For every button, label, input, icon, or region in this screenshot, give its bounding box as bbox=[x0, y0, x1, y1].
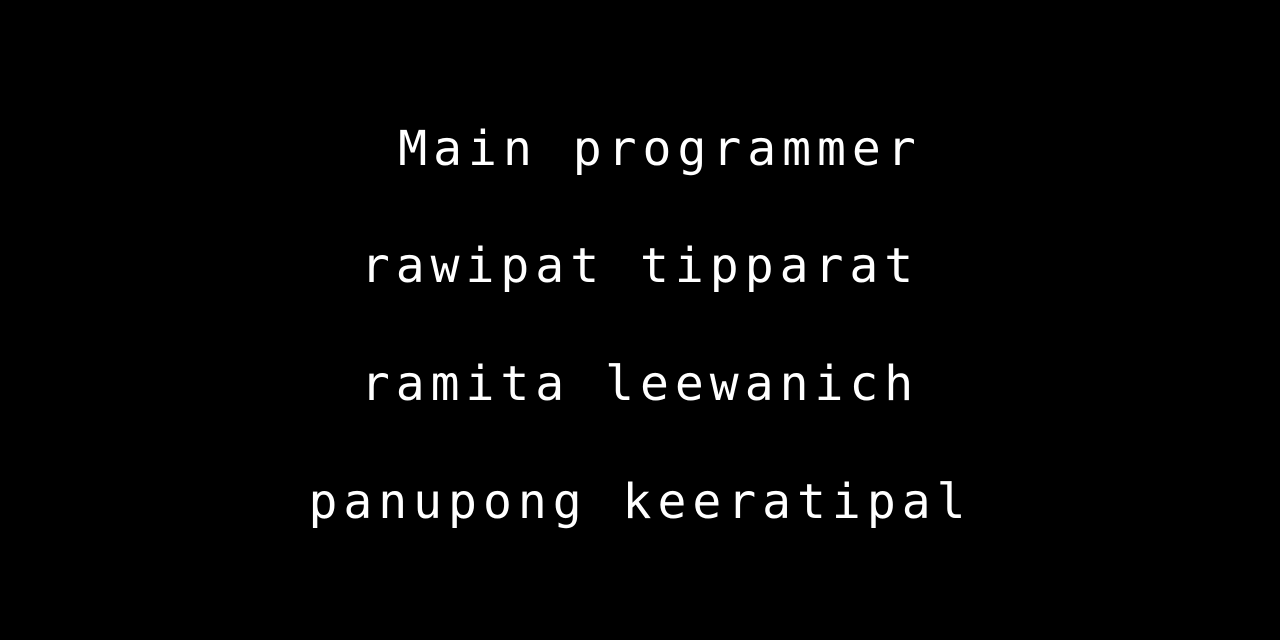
credit-name-3: panupong keeratipal bbox=[308, 474, 972, 530]
credit-name-1: rawipat tipparat bbox=[360, 238, 920, 294]
credits-screen: Main programmer rawipat tipparat ramita … bbox=[0, 0, 1280, 640]
credit-name-2: ramita leewanich bbox=[360, 356, 920, 412]
credits-heading: Main programmer bbox=[398, 121, 922, 177]
